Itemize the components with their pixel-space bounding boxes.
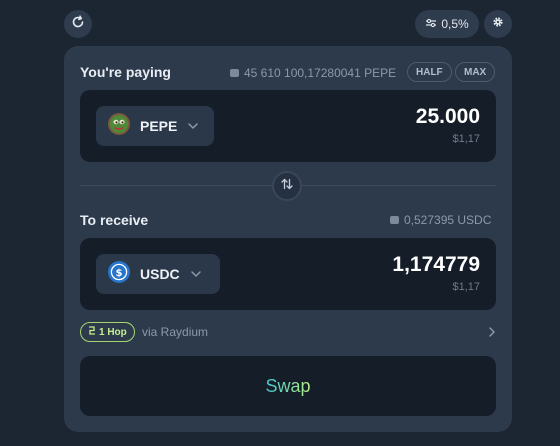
paying-token-selector[interactable]: PEPE [96, 106, 214, 146]
receive-balance: 0,527395 USDC [390, 213, 491, 227]
chevron-down-icon [187, 117, 199, 135]
receive-output-box: $ USDC 1,174779 $1,17 [80, 238, 496, 310]
route-icon [88, 326, 96, 338]
route-hops-badge[interactable]: 1 Hop [80, 322, 135, 342]
gear-icon [492, 15, 504, 33]
paying-balance: 45 610 100,17280041 PEPE [230, 66, 396, 80]
wallet-icon [390, 216, 399, 224]
pepe-token-icon [108, 112, 130, 140]
receive-title: To receive [80, 212, 149, 228]
slippage-value: 0,5% [441, 17, 469, 31]
swap-button[interactable]: Swap [80, 356, 496, 416]
paying-title: You're paying [80, 64, 171, 80]
receive-usd-value: $1,17 [452, 281, 480, 293]
wallet-icon [230, 69, 239, 77]
route-via-text: via Raydium [142, 325, 209, 339]
refresh-icon [71, 14, 85, 34]
route-hops-label: 1 Hop [99, 326, 127, 338]
sliders-icon [425, 17, 437, 31]
paying-usd-value: $1,17 [452, 133, 480, 145]
svg-text:$: $ [116, 268, 123, 279]
half-button[interactable]: HALF [407, 62, 452, 82]
usdc-token-icon: $ [108, 260, 130, 288]
settings-button[interactable] [484, 10, 512, 38]
swap-button-label: Swap [265, 375, 311, 396]
paying-amount-input[interactable]: 25.000 [416, 105, 480, 129]
paying-balance-text: 45 610 100,17280041 PEPE [244, 66, 397, 80]
swap-card: You're paying 45 610 100,17280041 PEPE H… [64, 46, 512, 432]
receive-token-selector[interactable]: $ USDC [96, 254, 220, 294]
max-button[interactable]: MAX [455, 62, 496, 82]
chevron-down-icon [190, 265, 202, 283]
chevron-right-icon [488, 325, 496, 342]
flip-direction-button[interactable] [272, 171, 302, 201]
refresh-button[interactable] [64, 10, 92, 38]
receive-balance-text: 0,527395 USDC [404, 213, 492, 227]
slippage-button[interactable]: 0,5% [415, 10, 479, 38]
route-details-chevron[interactable] [488, 325, 496, 343]
receive-token-name: USDC [140, 266, 180, 282]
swap-arrows-icon [280, 177, 294, 195]
paying-input-box: PEPE 25.000 $1,17 [80, 90, 496, 162]
paying-token-name: PEPE [140, 118, 178, 134]
receive-amount: 1,174779 [392, 253, 480, 276]
